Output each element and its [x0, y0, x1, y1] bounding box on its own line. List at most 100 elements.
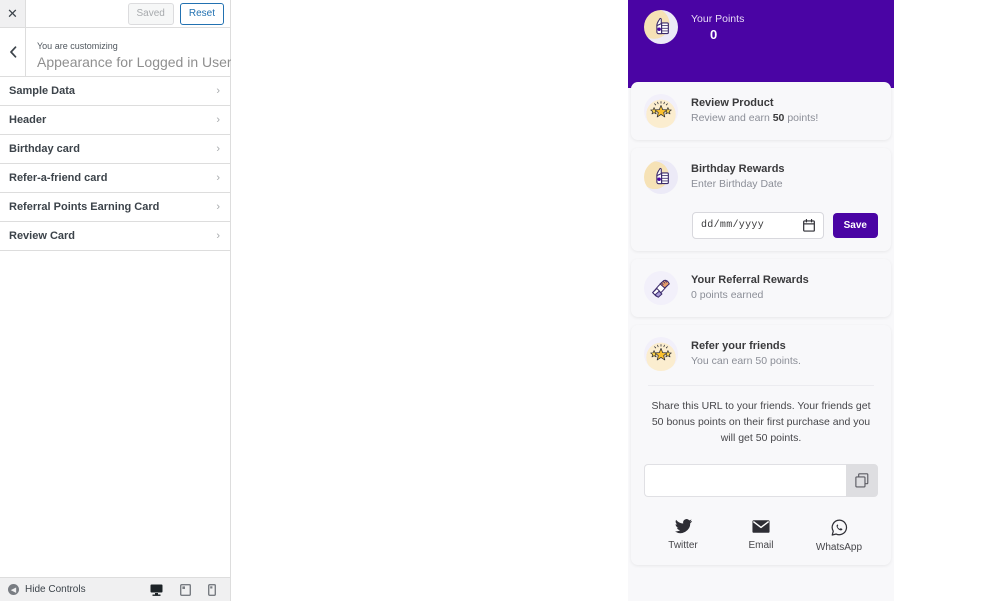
refer-friends-text: Refer your friends You can earn 50 point… [691, 339, 801, 369]
review-product-card-head: Review Product Review and earn 50 points… [644, 94, 878, 128]
close-icon[interactable]: ✕ [0, 0, 26, 27]
sidebar-item-label: Header [9, 114, 47, 126]
page-title: Appearance for Logged in User [37, 53, 232, 70]
sidebar-item-label: Birthday card [9, 143, 80, 155]
chevron-right-icon: › [216, 114, 220, 126]
chevron-left-glyph [9, 46, 16, 58]
referral-rewards-card[interactable]: Your Referral Rewards 0 points earned [631, 259, 891, 317]
customizer-topbar: ✕ Saved Reset [0, 0, 230, 28]
share-twitter-button[interactable]: Twitter [644, 519, 722, 553]
thumbs-up-icon [644, 160, 678, 194]
mobile-icon [208, 583, 216, 596]
thumbs-up-glyph [656, 167, 669, 185]
sidebar-item-label: Referral Points Earning Card [9, 201, 160, 213]
share-twitter-label: Twitter [668, 540, 698, 551]
share-whatsapp-label: WhatsApp [815, 542, 863, 553]
stars-glyph [650, 101, 672, 118]
chevron-left-icon[interactable] [0, 28, 26, 76]
refer-friends-sub: You can earn 50 points. [691, 355, 801, 367]
reward-cards: Review Product Review and earn 50 points… [628, 82, 894, 601]
stars-glyph [650, 344, 672, 361]
customizer-footer: ◀ Hide Controls [0, 577, 230, 601]
birthday-card-sub: Enter Birthday Date [691, 178, 783, 190]
desktop-icon [150, 584, 163, 596]
referral-rewards-sub: 0 points earned [691, 289, 764, 301]
customizer-section-list: Sample Data › Header › Birthday card › R… [0, 77, 230, 577]
preview-area: Your Points 0 Review Product Review and … [231, 0, 991, 601]
handshake-icon [644, 271, 678, 305]
customizing-label: You are customizing [37, 40, 118, 51]
referral-url-row [644, 464, 878, 497]
sidebar-item-birthday-card[interactable]: Birthday card › [0, 135, 230, 164]
site-preview-frame[interactable]: Your Points 0 Review Product Review and … [628, 0, 894, 601]
share-email-button[interactable]: Email [722, 519, 800, 553]
reset-button[interactable]: Reset [179, 2, 224, 25]
social-share-buttons: Twitter Email WhatsApp [644, 519, 878, 553]
tablet-icon [180, 583, 191, 596]
stars-icon [644, 94, 678, 128]
save-birthday-button[interactable]: Save [832, 213, 878, 238]
customizer-header: You are customizing Appearance for Logge… [0, 28, 232, 77]
thumbs-up-points-icon [644, 10, 678, 44]
referral-rewards-head: Your Referral Rewards 0 points earned [644, 271, 878, 305]
device-preview-group [150, 583, 222, 596]
birthday-card-title: Birthday Rewards [691, 163, 785, 175]
copy-icon [855, 473, 869, 488]
desktop-preview-button[interactable] [150, 584, 163, 596]
stars-icon [644, 337, 678, 371]
review-product-sub: Review and earn 50 points! [691, 111, 818, 126]
thumbs-up-glyph [656, 17, 669, 35]
referral-rewards-text: Your Referral Rewards 0 points earned [691, 273, 809, 303]
points-hero-row: Your Points 0 [628, 8, 894, 44]
refer-friends-title: Refer your friends [691, 340, 786, 352]
twitter-icon [674, 519, 692, 534]
mobile-preview-button[interactable] [208, 583, 216, 596]
points-label: Your Points [691, 12, 745, 25]
share-whatsapp-button[interactable]: WhatsApp [800, 519, 878, 553]
review-product-title: Review Product [691, 97, 774, 109]
sidebar-item-review-card[interactable]: Review Card › [0, 222, 230, 251]
review-sub-pre: Review and earn [691, 112, 773, 124]
review-sub-post: points! [784, 112, 819, 124]
email-icon [752, 520, 770, 533]
hide-controls-button[interactable]: ◀ Hide Controls [8, 584, 86, 595]
sidebar-item-label: Review Card [9, 230, 76, 242]
review-product-text: Review Product Review and earn 50 points… [691, 96, 818, 126]
tablet-preview-button[interactable] [180, 583, 191, 596]
sidebar-item-label: Sample Data [9, 85, 76, 97]
sidebar-item-refer-a-friend-card[interactable]: Refer-a-friend card › [0, 164, 230, 193]
handshake-glyph [652, 279, 670, 298]
collapse-icon: ◀ [8, 584, 19, 595]
sidebar-item-sample-data[interactable]: Sample Data › [0, 77, 230, 106]
chevron-right-icon: › [216, 172, 220, 184]
birthday-card-head: Birthday Rewards Enter Birthday Date [644, 160, 878, 194]
calendar-icon[interactable] [802, 219, 815, 232]
referral-rewards-title: Your Referral Rewards [691, 274, 809, 286]
referral-url-input[interactable] [644, 464, 846, 497]
birthday-rewards-card: Birthday Rewards Enter Birthday Date dd/… [631, 148, 891, 251]
birthday-date-input[interactable]: dd/mm/yyyy [692, 212, 824, 239]
sidebar-item-label: Refer-a-friend card [9, 172, 108, 184]
points-value: 0 [710, 26, 718, 42]
customizer-screen: ✕ Saved Reset You are customizing Appear… [0, 0, 991, 601]
copy-url-button[interactable] [846, 464, 878, 497]
chevron-right-icon: › [216, 230, 220, 242]
share-email-label: Email [748, 540, 774, 551]
birthday-date-row: dd/mm/yyyy Save [644, 212, 878, 239]
chevron-right-icon: › [216, 85, 220, 97]
sidebar-item-referral-points-earning-card[interactable]: Referral Points Earning Card › [0, 193, 230, 222]
chevron-right-icon: › [216, 201, 220, 213]
review-sub-points: 50 [772, 112, 785, 124]
whatsapp-icon [831, 519, 847, 536]
birthday-card-text: Birthday Rewards Enter Birthday Date [691, 162, 785, 192]
review-product-card[interactable]: Review Product Review and earn 50 points… [631, 82, 891, 140]
customizer-sidebar: ✕ Saved Reset You are customizing Appear… [0, 0, 232, 601]
birthday-date-value: dd/mm/yyyy [701, 220, 765, 231]
sidebar-item-header[interactable]: Header › [0, 106, 230, 135]
points-hero: Your Points 0 [628, 0, 894, 88]
refer-friends-head: Refer your friends You can earn 50 point… [644, 337, 878, 371]
saved-button[interactable]: Saved [127, 2, 174, 25]
refer-friends-card: Refer your friends You can earn 50 point… [631, 325, 891, 565]
customizer-header-text: You are customizing Appearance for Logge… [26, 28, 232, 76]
hide-controls-label: Hide Controls [25, 584, 86, 595]
